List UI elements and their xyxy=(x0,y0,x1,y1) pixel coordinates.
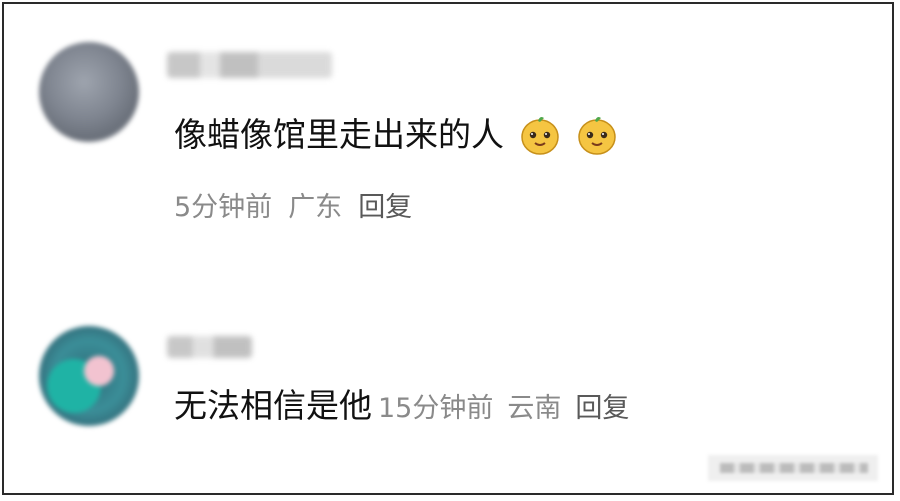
username-blurred[interactable] xyxy=(167,336,252,358)
comment-time: 5分钟前 xyxy=(174,192,273,223)
comment-meta: 15分钟前 云南 回复 xyxy=(378,393,643,424)
comment-text-row: 无法相信是他 15分钟前 云南 回复 xyxy=(174,384,643,431)
emoji-icon xyxy=(578,116,616,155)
comment-location: 广东 xyxy=(288,192,343,223)
username-blurred[interactable] xyxy=(167,52,332,78)
comment-time: 15分钟前 xyxy=(378,393,494,424)
comment-meta: 5分钟前 广东 回复 xyxy=(174,185,428,224)
comment-location: 云南 xyxy=(507,393,562,424)
emoji-icon xyxy=(520,116,559,155)
comment-item: 无法相信是他 15分钟前 云南 回复 xyxy=(4,322,892,442)
reply-button[interactable]: 回复 xyxy=(575,393,629,424)
comment-panel: 像蜡像馆里走出来的人 5分钟前 广东 回复 无法相信是他 15分钟前 云南 回复 xyxy=(2,2,894,495)
comment-text: 无法相信是他 xyxy=(174,386,372,425)
comment-item: 像蜡像馆里走出来的人 5分钟前 广东 回复 xyxy=(4,40,892,240)
avatar[interactable] xyxy=(39,326,139,426)
watermark-blurred xyxy=(708,455,878,481)
avatar[interactable] xyxy=(39,42,139,142)
comment-text: 像蜡像馆里走出来的人 xyxy=(174,115,504,154)
reply-button[interactable]: 回复 xyxy=(358,192,412,223)
comment-text-row: 像蜡像馆里走出来的人 xyxy=(174,113,619,157)
